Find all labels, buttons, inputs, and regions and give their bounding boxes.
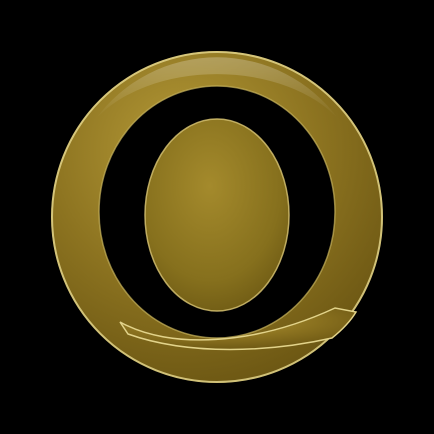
logo-inner-oval bbox=[144, 118, 290, 312]
gold-q-logo-icon bbox=[51, 51, 383, 383]
app-icon bbox=[0, 0, 434, 434]
